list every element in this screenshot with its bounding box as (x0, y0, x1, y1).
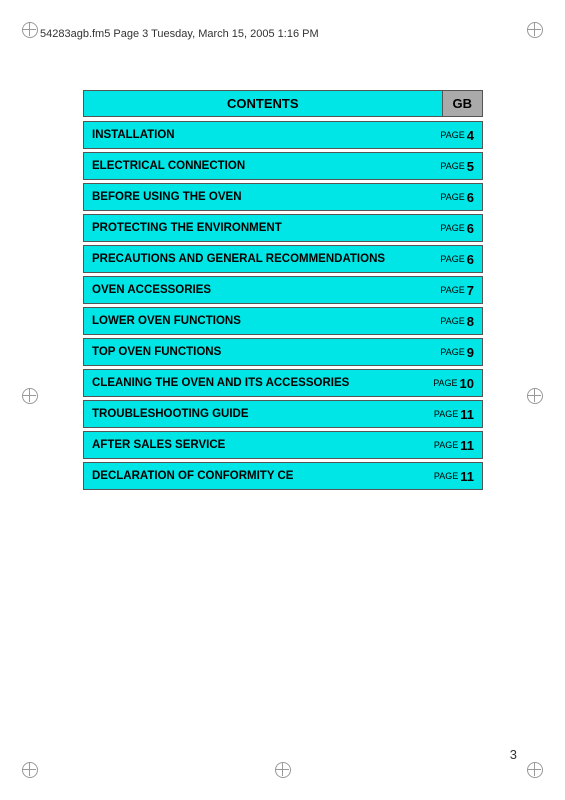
contents-header-row: CONTENTS GB (83, 90, 483, 117)
corner-mark-bot-center (275, 762, 291, 778)
page-word: PAGE (434, 440, 458, 450)
page-num: 6 (467, 221, 474, 236)
toc-row-title: PROTECTING THE ENVIRONMENT (84, 216, 432, 241)
corner-mark-top-left (22, 22, 38, 38)
toc-row-title: TROUBLESHOOTING GUIDE (84, 402, 426, 427)
page-num: 6 (467, 252, 474, 267)
toc-row: PROTECTING THE ENVIRONMENTPAGE6 (83, 214, 483, 242)
corner-mark-top-right (527, 22, 543, 38)
toc-row-page: PAGE11 (426, 433, 482, 458)
page-header: 54283agb.fm5 Page 3 Tuesday, March 15, 2… (40, 28, 525, 40)
page-num: 8 (467, 314, 474, 329)
toc-row: CLEANING THE OVEN AND ITS ACCESSORIESPAG… (83, 369, 483, 397)
toc-row-page: PAGE5 (432, 154, 482, 179)
toc-row: OVEN ACCESSORIESPAGE7 (83, 276, 483, 304)
page-num: 11 (460, 407, 474, 422)
toc-rows-container: INSTALLATIONPAGE4ELECTRICAL CONNECTIONPA… (83, 121, 483, 490)
contents-title: CONTENTS (83, 90, 443, 117)
toc-row: PRECAUTIONS AND GENERAL RECOMMENDATIONSP… (83, 245, 483, 273)
toc-row-page: PAGE4 (432, 123, 482, 148)
toc-row-page: PAGE6 (432, 185, 482, 210)
toc-row-title: BEFORE USING THE OVEN (84, 185, 432, 210)
toc-row: TROUBLESHOOTING GUIDEPAGE11 (83, 400, 483, 428)
toc-row-page: PAGE6 (432, 247, 482, 272)
page-num: 11 (460, 469, 474, 484)
corner-mark-mid-left (22, 388, 38, 404)
page-number: 3 (510, 747, 517, 762)
header-text: 54283agb.fm5 Page 3 Tuesday, March 15, 2… (40, 28, 319, 40)
toc-row: LOWER OVEN FUNCTIONSPAGE8 (83, 307, 483, 335)
corner-mark-bot-left (22, 762, 38, 778)
toc-row-page: PAGE11 (426, 464, 482, 489)
page-word: PAGE (440, 347, 464, 357)
toc-row-title: TOP OVEN FUNCTIONS (84, 340, 432, 365)
page-word: PAGE (440, 223, 464, 233)
page-word: PAGE (434, 409, 458, 419)
toc-row: DECLARATION OF CONFORMITY CEPAGE11 (83, 462, 483, 490)
toc-row-page: PAGE8 (432, 309, 482, 334)
toc-row-title: DECLARATION OF CONFORMITY CE (84, 464, 426, 489)
toc-row-page: PAGE6 (432, 216, 482, 241)
toc-row-page: PAGE7 (432, 278, 482, 303)
toc-row-title: INSTALLATION (84, 123, 432, 148)
page-word: PAGE (440, 254, 464, 264)
toc-row-title: PRECAUTIONS AND GENERAL RECOMMENDATIONS (84, 247, 432, 272)
toc-row: AFTER SALES SERVICEPAGE11 (83, 431, 483, 459)
toc-row-page: PAGE9 (432, 340, 482, 365)
page-num: 5 (467, 159, 474, 174)
corner-mark-mid-right (527, 388, 543, 404)
page-num: 4 (467, 128, 474, 143)
corner-mark-bot-right (527, 762, 543, 778)
page-num: 9 (467, 345, 474, 360)
toc-row-title: LOWER OVEN FUNCTIONS (84, 309, 432, 334)
toc-row-title: ELECTRICAL CONNECTION (84, 154, 432, 179)
toc-row-page: PAGE10 (425, 371, 482, 396)
page-word: PAGE (440, 192, 464, 202)
toc-row: ELECTRICAL CONNECTIONPAGE5 (83, 152, 483, 180)
toc-row: BEFORE USING THE OVENPAGE6 (83, 183, 483, 211)
toc-row-title: OVEN ACCESSORIES (84, 278, 432, 303)
toc-row-title: AFTER SALES SERVICE (84, 433, 426, 458)
page-num: 10 (460, 376, 474, 391)
toc-row-title: CLEANING THE OVEN AND ITS ACCESSORIES (84, 371, 425, 396)
toc-row: TOP OVEN FUNCTIONSPAGE9 (83, 338, 483, 366)
page-word: PAGE (440, 285, 464, 295)
page-num: 7 (467, 283, 474, 298)
page-word: PAGE (440, 130, 464, 140)
page-word: PAGE (434, 471, 458, 481)
gb-label: GB (443, 90, 484, 117)
page-word: PAGE (433, 378, 457, 388)
page-num: 6 (467, 190, 474, 205)
page-word: PAGE (440, 316, 464, 326)
page-num: 11 (460, 438, 474, 453)
contents-table: CONTENTS GB INSTALLATIONPAGE4ELECTRICAL … (83, 90, 483, 493)
toc-row: INSTALLATIONPAGE4 (83, 121, 483, 149)
page-word: PAGE (440, 161, 464, 171)
toc-row-page: PAGE11 (426, 402, 482, 427)
